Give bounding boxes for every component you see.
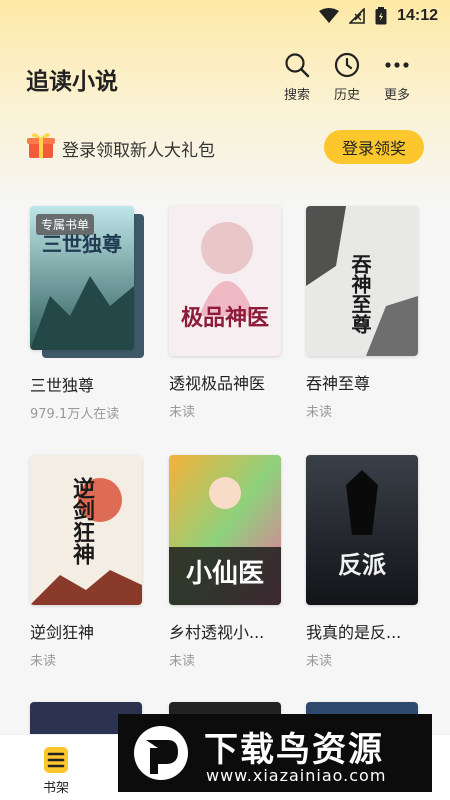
book-item[interactable]: 极品神医 透视极品神医 未读 — [169, 206, 287, 420]
cover-text: 反派 — [338, 550, 386, 579]
book-item[interactable]: 吞神至尊 吞神至尊 未读 — [306, 206, 424, 420]
login-reward-button[interactable]: 登录领奖 — [324, 130, 424, 164]
history-button[interactable]: 历史 — [325, 50, 369, 103]
nav-bookshelf-label: 书架 — [42, 781, 69, 796]
book-title: 乡村透视小... — [169, 623, 265, 642]
no-signal-icon — [349, 8, 365, 24]
book-cover: 小仙医 — [169, 455, 281, 605]
watermark-url: www.xiazainiao.com — [206, 766, 387, 785]
gift-icon — [26, 130, 56, 164]
more-button[interactable]: 更多 — [375, 50, 419, 103]
more-label: 更多 — [383, 88, 410, 103]
book-item[interactable]: 反派 我真的是反... 未读 — [306, 455, 424, 669]
search-label: 搜索 — [283, 88, 310, 103]
bookshelf-icon — [28, 745, 84, 775]
cover-text: 极品神医 — [180, 305, 269, 331]
book-status: 未读 — [169, 405, 196, 420]
cover-text: 吞神至尊 — [348, 254, 372, 334]
nav-bookshelf[interactable]: 书架 — [28, 745, 84, 796]
book-reading-count: 979.1万人在读 — [30, 407, 120, 422]
status-bar: 14:12 — [0, 0, 450, 32]
book-title: 透视极品神医 — [169, 374, 266, 393]
book-cover: 逆剑狂神 — [30, 455, 142, 605]
battery-icon — [375, 7, 387, 25]
bird-logo-icon — [128, 724, 194, 786]
wifi-icon — [319, 8, 340, 24]
watermark-banner: 下载鸟资源 www.xiazainiao.com — [118, 714, 432, 792]
search-button[interactable]: 搜索 — [275, 50, 319, 103]
status-time: 14:12 — [397, 7, 438, 24]
book-cover: 吞神至尊 — [306, 206, 418, 356]
new-user-promo: 登录领取新人大礼包 登录领奖 — [0, 124, 450, 170]
app-title: 追读小说 — [26, 69, 118, 95]
book-item[interactable]: 三世独尊 专属书单 三世独尊 979.1万人在读 — [30, 206, 148, 422]
book-cover: 极品神医 — [169, 206, 281, 356]
book-cover: 反派 — [306, 455, 418, 605]
promo-text: 登录领取新人大礼包 — [62, 141, 215, 161]
book-title: 逆剑狂神 — [30, 623, 95, 642]
cover-text: 逆剑狂神 — [69, 477, 95, 565]
search-icon — [275, 50, 319, 80]
book-status: 未读 — [306, 405, 333, 420]
book-status: 未读 — [169, 654, 196, 669]
book-title: 我真的是反... — [306, 623, 402, 642]
book-item[interactable]: 小仙医 乡村透视小... 未读 — [169, 455, 287, 669]
history-label: 历史 — [333, 88, 360, 103]
book-status: 未读 — [30, 654, 57, 669]
book-item[interactable]: 逆剑狂神 逆剑狂神 未读 — [30, 455, 148, 669]
book-title: 三世独尊 — [30, 376, 95, 395]
watermark-title: 下载鸟资源 — [204, 730, 384, 770]
clock-icon — [325, 50, 369, 80]
top-header: 追读小说 搜索 历史 更多 — [0, 44, 450, 108]
book-title: 吞神至尊 — [306, 374, 371, 393]
exclusive-booklist-badge: 专属书单 — [36, 214, 95, 235]
book-status: 未读 — [306, 654, 333, 669]
more-dots-icon — [375, 50, 419, 80]
cover-text: 小仙医 — [185, 559, 264, 589]
